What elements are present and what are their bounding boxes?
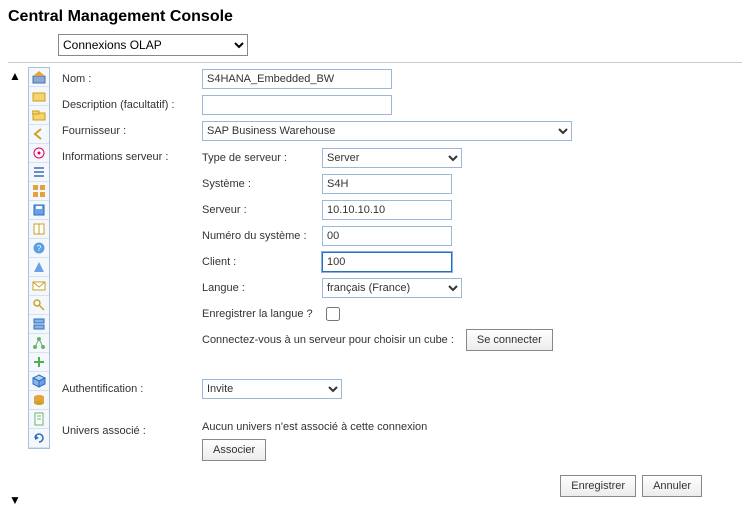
divider <box>8 62 742 63</box>
tool-doc-icon[interactable] <box>29 410 49 429</box>
tool-home-icon[interactable] <box>29 68 49 87</box>
tool-db-icon[interactable] <box>29 391 49 410</box>
tool-refresh-icon[interactable] <box>29 429 49 448</box>
server-input[interactable] <box>322 200 452 220</box>
page-title: Central Management Console <box>8 8 742 26</box>
description-label: Description (facultatif) : <box>62 95 202 111</box>
connect-button[interactable]: Se connecter <box>466 329 553 351</box>
provider-label: Fournisseur : <box>62 121 202 137</box>
name-label: Nom : <box>62 69 202 85</box>
no-universe-text: Aucun univers n'est associé à cette conn… <box>202 421 732 433</box>
auth-select[interactable]: Invite <box>202 379 342 399</box>
tool-save-icon[interactable] <box>29 201 49 220</box>
server-type-label: Type de serveur : <box>202 152 322 164</box>
main-layout: ▲ ▼ ? Nom : Description (facultatif) : <box>8 67 742 507</box>
auth-label: Authentification : <box>62 379 202 395</box>
server-info-group: Type de serveur : Server Système : Serve… <box>202 147 732 359</box>
context-select-row: Connexions OLAP <box>8 34 742 62</box>
description-input[interactable] <box>202 95 392 115</box>
tool-key-icon[interactable] <box>29 296 49 315</box>
tool-grid-icon[interactable] <box>29 182 49 201</box>
save-button[interactable]: Enregistrer <box>560 475 636 497</box>
tool-help-icon[interactable]: ? <box>29 239 49 258</box>
tool-list-icon[interactable] <box>29 163 49 182</box>
vertical-toolbar: ? <box>28 67 50 449</box>
system-label: Système : <box>202 178 322 190</box>
scroll-down-icon[interactable]: ▼ <box>9 493 21 507</box>
client-input[interactable] <box>322 252 452 272</box>
tool-book-icon[interactable] <box>29 220 49 239</box>
tool-tree-icon[interactable] <box>29 334 49 353</box>
server-info-label: Informations serveur : <box>62 147 202 163</box>
tool-folder-open-icon[interactable] <box>29 106 49 125</box>
svg-text:?: ? <box>37 244 42 253</box>
tool-settings-icon[interactable] <box>29 144 49 163</box>
toolbar-scroll: ▲ ▼ <box>8 67 22 507</box>
tool-mail-icon[interactable] <box>29 277 49 296</box>
language-label: Langue : <box>202 282 322 294</box>
client-label: Client : <box>202 256 322 268</box>
tool-add-icon[interactable] <box>29 353 49 372</box>
system-number-label: Numéro du système : <box>202 230 322 242</box>
context-select[interactable]: Connexions OLAP <box>58 34 248 56</box>
scroll-up-icon[interactable]: ▲ <box>9 69 21 83</box>
tool-server-icon[interactable] <box>29 315 49 334</box>
save-language-label: Enregistrer la langue ? <box>202 308 322 320</box>
provider-select[interactable]: SAP Business Warehouse <box>202 121 572 141</box>
tool-cube-icon[interactable] <box>29 372 49 391</box>
tool-folder-icon[interactable] <box>29 87 49 106</box>
assoc-univ-label: Univers associé : <box>62 421 202 437</box>
save-language-checkbox[interactable] <box>326 307 340 321</box>
server-type-select[interactable]: Server <box>322 148 462 168</box>
associate-button[interactable]: Associer <box>202 439 266 461</box>
connect-hint: Connectez-vous à un serveur pour choisir… <box>202 334 454 346</box>
form-area: Nom : Description (facultatif) : Fournis… <box>56 67 742 501</box>
footer-buttons: Enregistrer Annuler <box>62 465 732 497</box>
system-number-input[interactable] <box>322 226 452 246</box>
system-input[interactable] <box>322 174 452 194</box>
cancel-button[interactable]: Annuler <box>642 475 702 497</box>
language-select[interactable]: français (France) <box>322 278 462 298</box>
server-label: Serveur : <box>202 204 322 216</box>
name-input[interactable] <box>202 69 392 89</box>
tool-back-icon[interactable] <box>29 125 49 144</box>
tool-nav-icon[interactable] <box>29 258 49 277</box>
